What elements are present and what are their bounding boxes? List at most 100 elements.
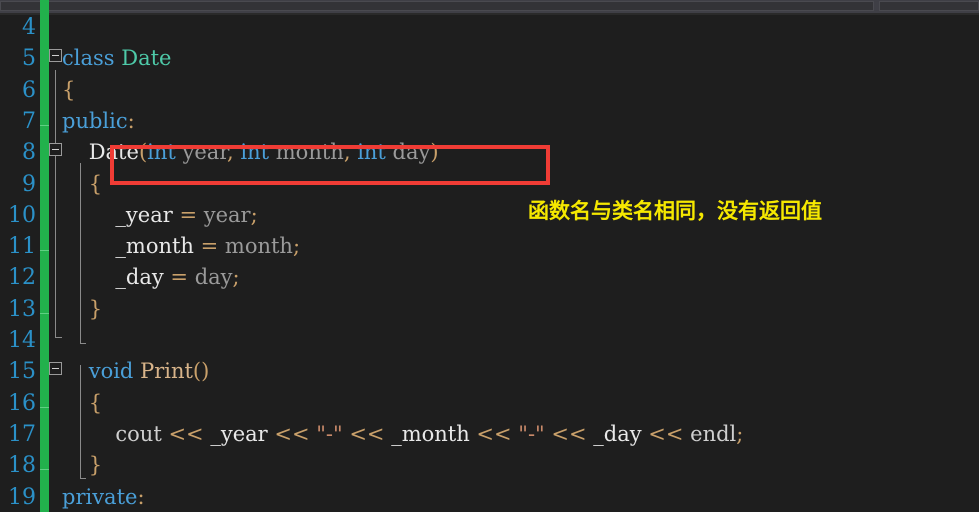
token: month <box>224 234 293 259</box>
horizontal-scrollbar-right[interactable] <box>879 1 979 11</box>
code-text-line-5: class Date <box>62 43 171 74</box>
token: << <box>544 421 594 446</box>
line-number-9: 9 <box>22 171 36 197</box>
token: << <box>267 421 317 446</box>
code-line-16[interactable]: 16 { <box>0 388 979 419</box>
token: "-" <box>316 421 343 446</box>
token: , <box>227 140 234 165</box>
code-line-5[interactable]: 5 class Date <box>0 43 979 74</box>
code-line-10[interactable]: 10 _year = year; <box>0 200 979 231</box>
token: = <box>163 265 195 290</box>
code-text-line-18: } <box>62 450 102 481</box>
code-text-line-10: _year = year; <box>62 200 258 231</box>
token: ; <box>736 421 744 446</box>
code-text-line-16: { <box>62 388 102 419</box>
token: : <box>127 108 135 133</box>
token: << <box>342 421 392 446</box>
code-line-13[interactable]: 13 } <box>0 294 979 325</box>
token: << <box>469 421 519 446</box>
token: int <box>147 140 176 165</box>
code-line-17[interactable]: 17 cout << _year << "-" << _month << "-"… <box>0 419 979 450</box>
code-line-15[interactable]: 15 void Print() <box>0 356 979 387</box>
line-number-5: 5 <box>22 46 36 72</box>
line-number-8: 8 <box>22 140 36 166</box>
code-line-11[interactable]: 11 _month = month; <box>0 231 979 262</box>
line-number-16: 16 <box>8 390 36 416</box>
code-text-line-13: } <box>62 294 102 325</box>
fold-toggle-line-8[interactable] <box>49 143 62 156</box>
line-number-7: 7 <box>22 108 36 134</box>
fold-toggle-line-5[interactable] <box>49 49 62 62</box>
line-number-13: 13 <box>8 296 36 322</box>
token: () <box>192 359 210 384</box>
token: } <box>88 453 103 478</box>
token: ; <box>292 234 301 259</box>
code-text-line-7: public: <box>62 106 135 137</box>
code-line-7[interactable]: 7 public: <box>0 106 979 137</box>
token: int <box>350 140 386 165</box>
token: Print <box>140 359 193 384</box>
code-text-line-6: { <box>62 75 75 106</box>
code-text-line-19: private: <box>62 482 145 512</box>
token: , <box>343 140 351 165</box>
code-line-14[interactable]: 14 <box>0 325 979 356</box>
token: << <box>641 421 691 446</box>
code-line-9[interactable]: 9 { <box>0 169 979 200</box>
line-number-14: 14 <box>8 328 36 353</box>
code-line-6[interactable]: 6{ <box>0 75 979 106</box>
code-text-line-15: void Print() <box>62 356 210 387</box>
line-number-19: 19 <box>8 484 36 510</box>
token: cout <box>115 421 162 446</box>
token: private <box>62 484 138 509</box>
token: _year <box>210 421 268 446</box>
token: ; <box>232 265 240 290</box>
line-number-12: 12 <box>8 265 36 291</box>
token: public <box>62 108 128 133</box>
line-number-17: 17 <box>8 421 36 447</box>
token: = <box>172 202 204 227</box>
code-text-line-11: _month = month; <box>62 231 300 262</box>
token: Date <box>88 140 139 165</box>
token: = <box>193 234 225 259</box>
line-number-18: 18 <box>8 453 36 479</box>
line-number-15: 15 <box>8 359 36 385</box>
code-line-12[interactable]: 12 _day = day; <box>0 262 979 293</box>
token: class <box>62 46 122 71</box>
token: month <box>269 140 344 165</box>
token: int <box>233 140 270 165</box>
token: { <box>88 390 103 415</box>
token: day <box>194 265 233 290</box>
code-line-4[interactable]: 4 <box>0 12 979 43</box>
token: year <box>203 202 251 227</box>
code-text-line-9: { <box>62 169 102 200</box>
token: _month <box>115 234 194 259</box>
line-number-10: 10 <box>8 202 36 228</box>
token: year <box>175 140 228 165</box>
code-line-18[interactable]: 18 } <box>0 450 979 481</box>
fold-toggle-line-15[interactable] <box>49 362 62 375</box>
token: } <box>88 296 103 321</box>
token: Date <box>121 46 172 71</box>
token: void <box>88 359 134 384</box>
line-number-11: 11 <box>8 234 36 260</box>
token: ; <box>250 202 258 227</box>
horizontal-scrollbar-left[interactable] <box>0 1 874 11</box>
token: << <box>161 421 211 446</box>
token: : <box>137 484 145 509</box>
token: ( <box>138 140 148 165</box>
token: { <box>62 77 76 102</box>
code-text-line-8: Date(int year, int month, int day) <box>62 137 439 168</box>
code-line-8[interactable]: 8 Date(int year, int month, int day) <box>0 137 979 168</box>
token: day <box>385 140 431 165</box>
code-line-19[interactable]: 19 private: <box>0 482 979 512</box>
token: _day <box>115 265 164 290</box>
editor-surface[interactable]: 4 5 class Date 6{7 public: 8 Date(int year, i… <box>0 0 979 512</box>
